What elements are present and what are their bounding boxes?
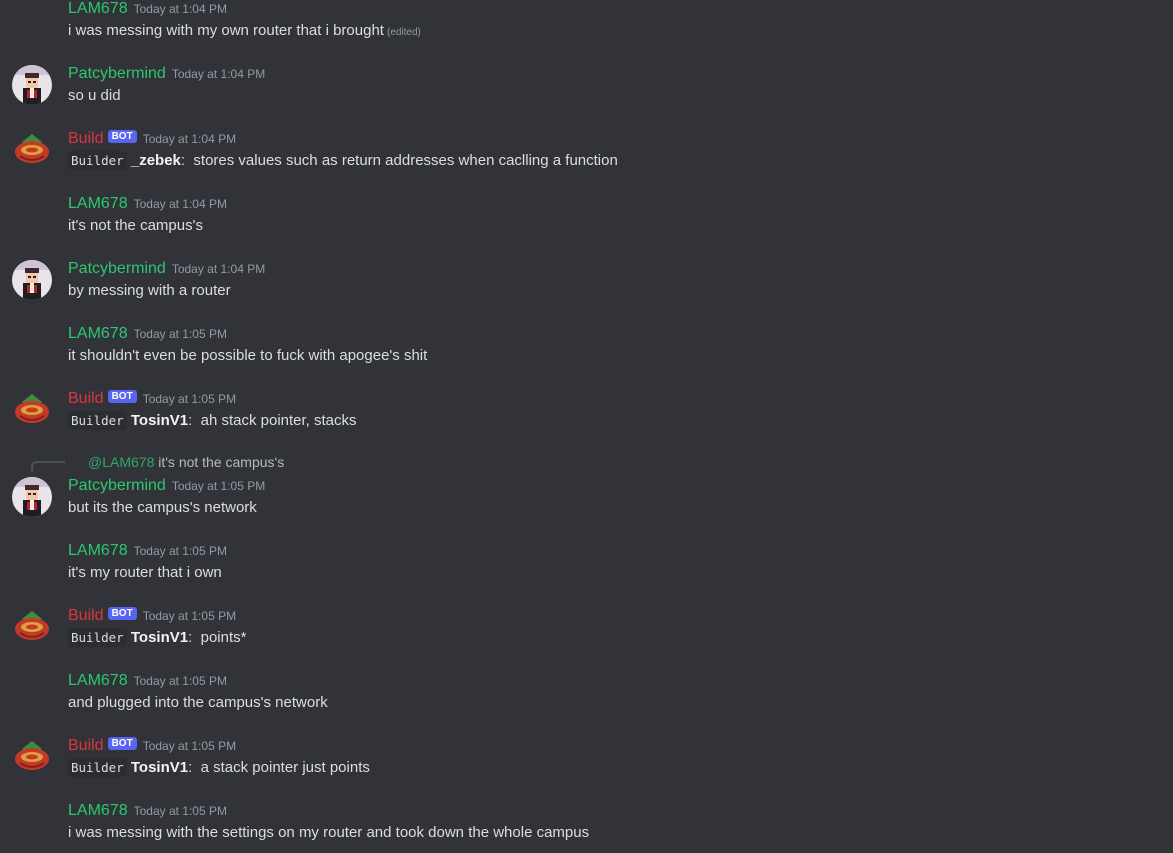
author-name[interactable]: LAM678 xyxy=(68,542,128,559)
edited-label: (edited) xyxy=(386,27,421,38)
message-content: by messing with a router xyxy=(68,281,231,301)
bot-badge: BOT xyxy=(107,736,137,750)
message-content: Builder TosinV1: points* xyxy=(68,628,246,648)
reply-text[interactable]: it's not the campus's xyxy=(158,454,284,470)
separator: : xyxy=(188,412,193,429)
author-name[interactable]: LAM678 xyxy=(68,0,128,17)
patcybermind-avatar-icon xyxy=(12,477,52,517)
author-name[interactable]: LAM678 xyxy=(68,802,128,819)
username-bold: _zebek xyxy=(130,152,181,169)
timestamp[interactable]: Today at 1:05 PM xyxy=(134,674,227,688)
message-content: it's not the campus's xyxy=(68,216,203,236)
message-content: Builder _zebek: stores values such as re… xyxy=(68,151,618,171)
timestamp[interactable]: Today at 1:04 PM xyxy=(134,197,227,211)
message-content: it shouldn't even be possible to fuck wi… xyxy=(68,346,427,366)
message-text: it's not the campus's xyxy=(68,217,203,234)
reply-preview[interactable]: @LAM678 it's not the campus's xyxy=(88,454,284,470)
avatar[interactable] xyxy=(12,260,52,300)
message-content: Builder TosinV1: ah stack pointer, stack… xyxy=(68,411,357,431)
inline-code: Builder xyxy=(68,151,127,170)
message-text: stores values such as return addresses w… xyxy=(193,152,618,169)
author-name[interactable]: Build xyxy=(68,607,104,624)
timestamp[interactable]: Today at 1:04 PM xyxy=(172,262,265,276)
timestamp[interactable]: Today at 1:05 PM xyxy=(134,544,227,558)
message-content: so u did xyxy=(68,86,121,106)
message-content: and plugged into the campus's network xyxy=(68,693,328,713)
timestamp[interactable]: Today at 1:05 PM xyxy=(134,327,227,341)
timestamp[interactable]: Today at 1:05 PM xyxy=(143,392,236,406)
username-bold: TosinV1 xyxy=(130,629,189,646)
message-text: so u did xyxy=(68,87,121,104)
timestamp[interactable]: Today at 1:05 PM xyxy=(143,609,236,623)
author-name[interactable]: Build xyxy=(68,737,104,754)
avatar[interactable] xyxy=(12,477,52,517)
bot-badge: BOT xyxy=(107,129,137,143)
build-bot-avatar-icon xyxy=(12,390,52,430)
message-content: i was messing with the settings on my ro… xyxy=(68,823,589,843)
username-bold: TosinV1 xyxy=(130,412,189,429)
timestamp[interactable]: Today at 1:05 PM xyxy=(143,739,236,753)
message-text: i was messing with my own router that i … xyxy=(68,22,384,39)
message-text: it's my router that i own xyxy=(68,564,222,581)
inline-code: Builder xyxy=(68,411,127,430)
author-name[interactable]: LAM678 xyxy=(68,195,128,212)
username-bold: TosinV1 xyxy=(130,759,189,776)
bot-badge: BOT xyxy=(107,389,137,403)
timestamp[interactable]: Today at 1:04 PM xyxy=(134,2,227,16)
author-name[interactable]: Patcybermind xyxy=(68,260,166,277)
patcybermind-avatar-icon xyxy=(12,65,52,105)
author-name[interactable]: Build xyxy=(68,130,104,147)
message-text: a stack pointer just points xyxy=(200,759,370,776)
message-text: points* xyxy=(200,629,247,646)
timestamp[interactable]: Today at 1:05 PM xyxy=(172,479,265,493)
message-list: LAM678 Today at 1:04 PM i was messing wit… xyxy=(0,0,1173,853)
timestamp[interactable]: Today at 1:04 PM xyxy=(172,67,265,81)
message-content: i was messing with my own router that i … xyxy=(68,21,421,43)
avatar[interactable] xyxy=(12,737,52,777)
avatar[interactable] xyxy=(12,130,52,170)
message-content: but its the campus's network xyxy=(68,498,257,518)
build-bot-avatar-icon xyxy=(12,607,52,647)
message-text: ah stack pointer, stacks xyxy=(200,412,357,429)
author-name[interactable]: LAM678 xyxy=(68,325,128,342)
message-text: and plugged into the campus's network xyxy=(68,694,328,711)
author-name[interactable]: LAM678 xyxy=(68,672,128,689)
message-content: Builder TosinV1: a stack pointer just po… xyxy=(68,758,370,778)
inline-code: Builder xyxy=(68,758,127,777)
timestamp[interactable]: Today at 1:04 PM xyxy=(143,132,236,146)
message-text: but its the campus's network xyxy=(68,499,257,516)
message-content: it's my router that i own xyxy=(68,563,222,583)
build-bot-avatar-icon xyxy=(12,130,52,170)
message-text: it shouldn't even be possible to fuck wi… xyxy=(68,347,428,364)
separator: : xyxy=(180,152,186,169)
bot-badge: BOT xyxy=(107,606,137,620)
avatar[interactable] xyxy=(12,607,52,647)
reply-mention[interactable]: @LAM678 xyxy=(88,454,154,470)
message-text: i was messing with the settings on my ro… xyxy=(68,824,590,841)
message-text: by messing with a router xyxy=(68,282,231,299)
separator: : xyxy=(188,629,193,646)
build-bot-avatar-icon xyxy=(12,737,52,777)
reply-connector xyxy=(31,461,65,472)
author-name[interactable]: Patcybermind xyxy=(68,477,166,494)
inline-code: Builder xyxy=(68,628,127,647)
separator: : xyxy=(188,759,193,776)
avatar[interactable] xyxy=(12,65,52,105)
timestamp[interactable]: Today at 1:05 PM xyxy=(134,804,227,818)
author-name[interactable]: Patcybermind xyxy=(68,65,166,82)
avatar[interactable] xyxy=(12,390,52,430)
patcybermind-avatar-icon xyxy=(12,260,52,300)
author-name[interactable]: Build xyxy=(68,390,104,407)
